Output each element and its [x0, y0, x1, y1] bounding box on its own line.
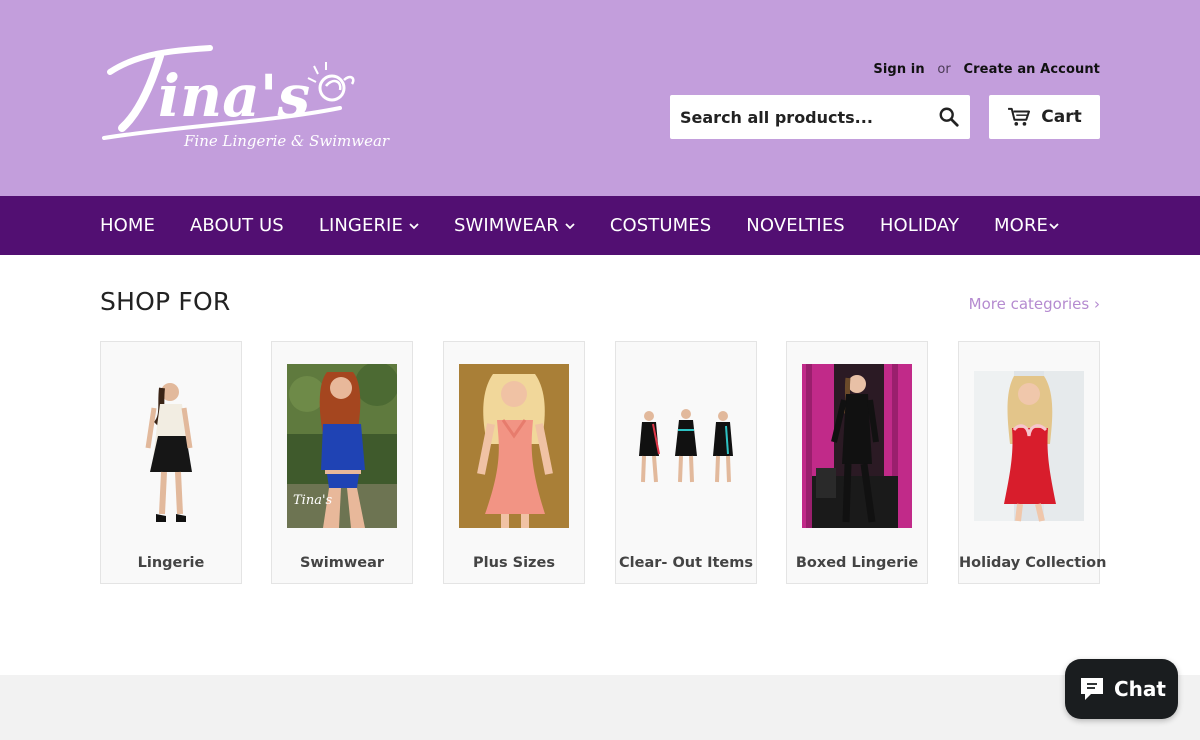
- search-box: [670, 95, 970, 139]
- category-card-swimwear[interactable]: Tina's Swimwear: [271, 341, 413, 584]
- nav-item-costumes[interactable]: COSTUMES: [610, 215, 711, 236]
- nav-item-home[interactable]: HOME: [100, 215, 155, 236]
- shopping-cart-icon: [1008, 107, 1031, 126]
- create-account-link[interactable]: Create an Account: [964, 62, 1100, 77]
- or-text: or: [937, 62, 951, 77]
- category-image-clear-out-items: [631, 364, 741, 528]
- chevron-down-icon: [565, 222, 575, 229]
- category-label: Lingerie: [137, 555, 205, 571]
- svg-text:Fine Lingerie & Swimwear: Fine Lingerie & Swimwear: [183, 132, 390, 150]
- tinas-logo-graphic: ina's Fine Lingerie & Swimwear: [102, 45, 390, 150]
- category-image-lingerie: [116, 364, 226, 528]
- cart-label: Cart: [1041, 107, 1082, 127]
- category-image-plus-sizes: [459, 364, 569, 528]
- category-card-plus-sizes[interactable]: Plus Sizes: [443, 341, 585, 584]
- category-label: Clear- Out Items: [619, 555, 753, 571]
- site-header: ina's Fine Lingerie & Swimwear Sign in o…: [0, 0, 1200, 196]
- category-image-swimwear: Tina's: [287, 364, 397, 528]
- more-categories-link[interactable]: More categories ›: [969, 295, 1100, 313]
- section-title: SHOP FOR: [100, 287, 231, 316]
- nav-item-swimwear[interactable]: SWIMWEAR: [454, 215, 575, 236]
- category-label: Swimwear: [299, 555, 385, 571]
- account-links: Sign in or Create an Account: [873, 62, 1100, 77]
- chevron-down-icon: [409, 222, 419, 229]
- nav-item-novelties[interactable]: NOVELTIES: [746, 215, 845, 236]
- nav-item-lingerie[interactable]: LINGERIE: [319, 215, 419, 236]
- category-label: Plus Sizes: [473, 555, 555, 571]
- chat-bubble-icon: [1081, 678, 1103, 700]
- nav-item-about-us[interactable]: ABOUT US: [190, 215, 284, 236]
- sign-in-link[interactable]: Sign in: [873, 62, 924, 77]
- category-card-boxed-lingerie[interactable]: Boxed Lingerie: [786, 341, 928, 584]
- category-image-holiday-collection: [974, 371, 1084, 522]
- category-card-clear-out-items[interactable]: Clear- Out Items: [615, 341, 757, 584]
- svg-text:ina's: ina's: [158, 62, 310, 130]
- cart-button[interactable]: Cart: [989, 95, 1100, 139]
- category-label: Boxed Lingerie: [795, 555, 919, 571]
- chat-button[interactable]: Chat: [1065, 659, 1178, 719]
- category-label: Holiday Collection: [959, 555, 1107, 571]
- search-input[interactable]: [670, 95, 930, 139]
- page-footer: [0, 675, 1200, 740]
- site-logo[interactable]: ina's Fine Lingerie & Swimwear: [100, 42, 410, 152]
- nav-item-holiday[interactable]: HOLIDAY: [880, 215, 959, 236]
- search-icon[interactable]: [938, 106, 960, 128]
- chat-label: Chat: [1114, 677, 1166, 701]
- category-grid: Lingerie Tina's Swimwear Plus Sizes Clea…: [100, 341, 1107, 584]
- chevron-down-icon: [1049, 222, 1059, 229]
- main-nav: HOME ABOUT US LINGERIE SWIMWEAR COSTUMES…: [0, 196, 1200, 255]
- category-image-boxed-lingerie: [802, 364, 912, 528]
- category-card-lingerie[interactable]: Lingerie: [100, 341, 242, 584]
- nav-item-more[interactable]: MORE: [994, 215, 1059, 236]
- category-card-holiday-collection[interactable]: Holiday Collection: [958, 341, 1107, 584]
- svg-text:Tina's: Tina's: [293, 493, 333, 508]
